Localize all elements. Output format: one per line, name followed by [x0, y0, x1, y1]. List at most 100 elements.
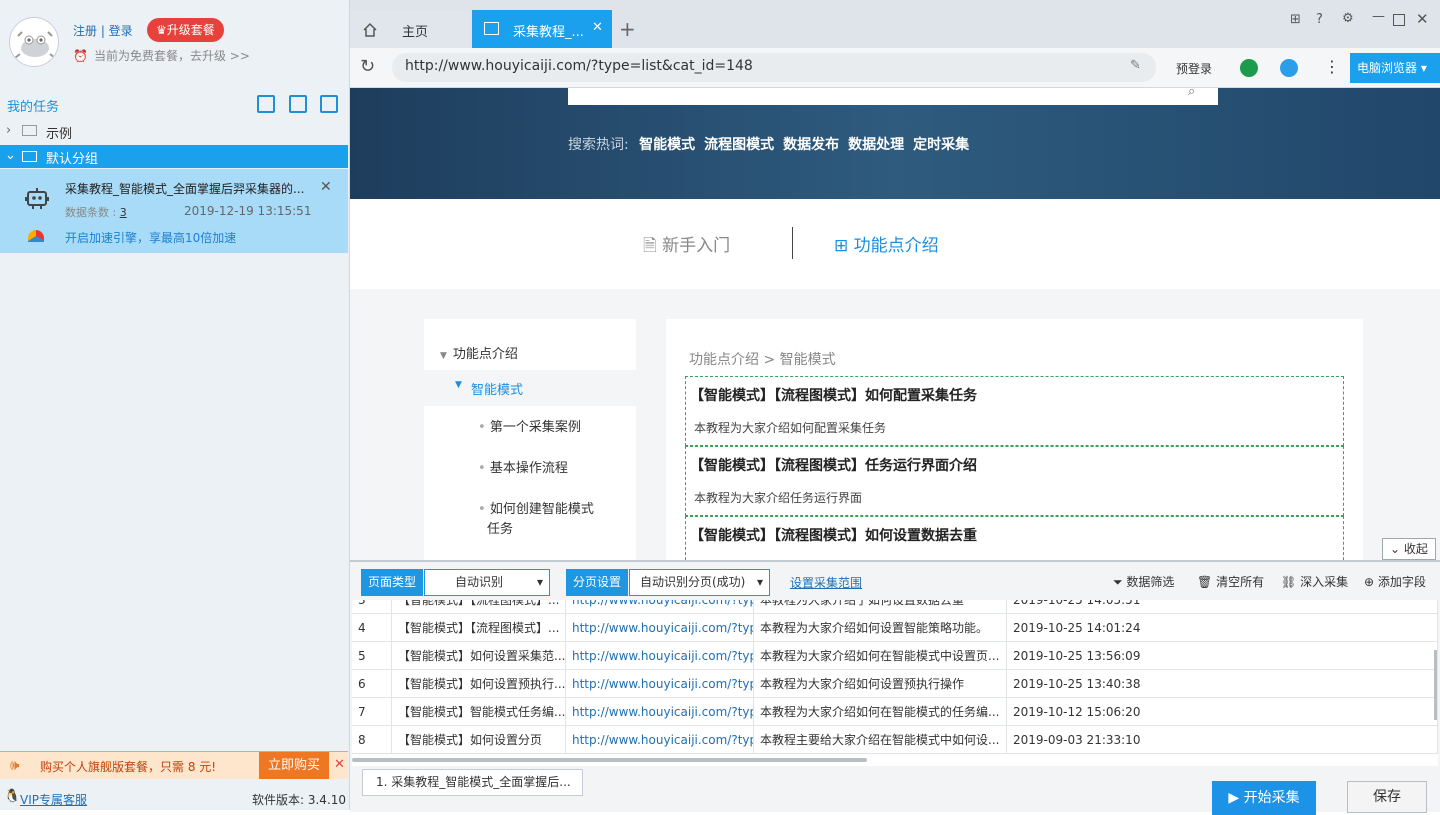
close-icon[interactable]: ✕ [320, 179, 332, 195]
set-range-link[interactable]: 设置采集范围 [790, 574, 862, 591]
minimize-icon[interactable]: — [1372, 9, 1385, 24]
plan-note-text: 当前为免费套餐，去升级 >> [93, 49, 250, 63]
new-tab-button[interactable]: + [619, 17, 636, 41]
paging-select[interactable]: 自动识别分页(成功) ▾ [629, 569, 770, 596]
nav-item[interactable]: • 第一个采集案例 [478, 416, 581, 435]
cell-title: 【智能模式】如何设置分页 [392, 726, 566, 754]
table-row[interactable]: 5 【智能模式】如何设置采集范... http://www.houyicaiji… [352, 642, 1438, 670]
data-count[interactable]: 3 [120, 206, 127, 219]
hot-search-link[interactable]: 流程图模式 [704, 137, 774, 153]
hot-search-link[interactable]: 数据发布 [783, 137, 839, 153]
edit-icon[interactable]: ✎ [1130, 58, 1141, 73]
article-title[interactable]: 【智能模式】【流程图模式】如何设置数据去重 [690, 525, 977, 545]
save-button[interactable]: 保存 [1347, 781, 1427, 813]
add-field-button[interactable]: ⊕ 添加字段 [1364, 573, 1426, 590]
task-title[interactable]: 采集教程_智能模式_全面掌握后羿采集器的... [65, 180, 304, 197]
gear-icon[interactable]: ⚙ [1342, 11, 1354, 26]
extension-blue-icon[interactable] [1280, 59, 1298, 77]
hot-search-link[interactable]: 定时采集 [913, 137, 969, 153]
cell-url: http://www.houyicaiji.com/?typ... [566, 726, 754, 754]
extension-green-icon[interactable] [1240, 59, 1258, 77]
close-icon[interactable]: ✕ [334, 757, 345, 772]
tab-newbie[interactable]: 🗎 新手入门 [643, 231, 730, 262]
collapse-label: 收起 [1403, 542, 1428, 556]
cell-title: 【智能模式】【流程图模式】... [392, 600, 566, 614]
upgrade-label: 升级套餐 [166, 23, 215, 37]
nav-root[interactable]: ▼ 功能点介绍 [440, 343, 518, 362]
my-tasks-header: 我的任务 [0, 92, 348, 116]
nav-section-active[interactable]: ▼ 智能模式 [424, 370, 636, 406]
alarm-icon: ⏰ [73, 49, 88, 63]
filter-label: 数据筛选 [1126, 575, 1175, 589]
buy-now-button[interactable]: 立即购买 [259, 752, 329, 779]
browser-tab-bar: 主页 采集教程_... ✕ + ⊞ ? ⚙ — ✕ [350, 0, 1440, 48]
new-task-icon[interactable] [289, 95, 307, 113]
table-row[interactable]: 6 【智能模式】如何设置预执行... http://www.houyicaiji… [352, 670, 1438, 698]
article-desc: 本教程为大家介绍任务运行界面 [694, 491, 863, 505]
hot-search-link[interactable]: 智能模式 [639, 137, 695, 153]
cell-index: 6 [352, 670, 392, 698]
page-tab[interactable]: 1. 采集教程_智能模式_全面掌握后... [362, 769, 583, 796]
upgrade-button[interactable]: ♛升级套餐 [147, 18, 224, 42]
more-icon[interactable]: ⋮ [1324, 57, 1340, 76]
nav-item[interactable]: • 基本操作流程 [478, 457, 568, 476]
table-row[interactable]: 7 【智能模式】智能模式任务编... http://www.houyicaiji… [352, 698, 1438, 726]
cell-date: 2019-09-03 21:33:10 [1007, 726, 1438, 754]
data-count-label: 数据条数 : [65, 206, 120, 219]
avatar[interactable] [9, 17, 59, 67]
add-field-label: 添加字段 [1377, 575, 1426, 589]
refresh-icon[interactable]: ↻ [360, 56, 375, 77]
article-title[interactable]: 【智能模式】【流程图模式】如何配置采集任务 [690, 385, 977, 405]
filter-button[interactable]: ⏷ 数据筛选 [1113, 573, 1174, 590]
tab-label: 采集教程_... [513, 25, 584, 40]
gift-icon[interactable]: ⊞ [1290, 12, 1301, 27]
cell-desc: 本教程为大家介绍如何在智能模式的任务编... [754, 698, 1007, 726]
article-title[interactable]: 【智能模式】【流程图模式】任务运行界面介绍 [690, 455, 977, 475]
tree-group-example[interactable]: › 示例 [0, 120, 348, 142]
promo-bar: 🕪 购买个人旗舰版套餐，只需 8 元! 立即购买 ✕ [0, 751, 348, 779]
horizontal-scrollbar[interactable] [352, 758, 867, 762]
article-item[interactable]: 【智能模式】【流程图模式】任务运行界面介绍 本教程为大家介绍任务运行界面 [685, 446, 1344, 516]
hot-search-link[interactable]: 数据处理 [848, 137, 904, 153]
deep-collect-button[interactable]: ⛓ 深入采集 [1281, 573, 1348, 590]
site-search-input[interactable]: ⌕ [568, 88, 1218, 105]
plan-note[interactable]: ⏰ 当前为免费套餐，去升级 >> [73, 47, 250, 64]
prelogin-button[interactable]: 预登录 [1176, 60, 1212, 77]
cell-url: http://www.houyicaiji.com/?typ... [566, 698, 754, 726]
vip-service-link[interactable]: VIP专属客服 [20, 791, 87, 808]
filter-icon: ⏷ [1113, 575, 1127, 589]
tab-active[interactable]: 采集教程_... ✕ [472, 10, 612, 48]
task-card[interactable]: 采集教程_智能模式_全面掌握后羿采集器的... ✕ 数据条数 : 3 2019-… [0, 169, 348, 253]
table-row[interactable]: 4 【智能模式】【流程图模式】... http://www.houyicaiji… [352, 614, 1438, 642]
crown-icon: ♛ [156, 23, 167, 37]
tab-features[interactable]: ⊞ 功能点介绍 [834, 231, 939, 256]
site-banner: ⌕ 搜索热词: 智能模式 流程图模式 数据发布 数据处理 定时采集 [350, 88, 1440, 199]
search-task-icon[interactable] [320, 95, 338, 113]
help-icon[interactable]: ? [1316, 12, 1323, 27]
browser-mode-dropdown[interactable]: 电脑浏览器 ▾ [1350, 53, 1440, 83]
boost-link[interactable]: 开启加速引擎，享最高10倍加速 [65, 229, 236, 246]
table-row[interactable]: 3 【智能模式】【流程图模式】... http://www.houyicaiji… [352, 600, 1438, 614]
login-register-link[interactable]: 注册 | 登录 [73, 22, 133, 39]
article-item[interactable]: 【智能模式】【流程图模式】如何配置采集任务 本教程为大家介绍如何配置采集任务 [685, 376, 1344, 446]
close-icon[interactable]: ✕ [592, 20, 603, 35]
import-task-icon[interactable] [257, 95, 275, 113]
table-row[interactable]: 8 【智能模式】如何设置分页 http://www.houyicaiji.com… [352, 726, 1438, 754]
plus-circle-icon: ⊕ [1364, 575, 1378, 589]
caret-down-icon: ▾ [1420, 61, 1427, 75]
clear-all-button[interactable]: 🗑 清空所有 [1197, 573, 1264, 590]
tree-group-label: 示例 [46, 127, 73, 142]
tree-group-default[interactable]: ⌄ 默认分组 [0, 145, 348, 168]
url-input[interactable]: http://www.houyicaiji.com/?type=list&cat… [392, 53, 1156, 82]
nav-item[interactable]: • 如何创建智能模式 [478, 498, 594, 517]
article-item[interactable]: 【智能模式】【流程图模式】如何设置数据去重 [685, 516, 1344, 560]
page-type-select[interactable]: 自动识别 ▾ [424, 569, 550, 596]
maximize-icon[interactable] [1393, 14, 1405, 26]
left-footer: 🐧 VIP专属客服 软件版本: 3.4.10 [0, 784, 348, 810]
search-icon[interactable]: ⌕ [1188, 88, 1195, 99]
tab-home[interactable]: 主页 [350, 10, 470, 48]
collapse-button[interactable]: ⌄ 收起 [1382, 538, 1436, 560]
folder-icon [22, 125, 37, 136]
window-close-icon[interactable]: ✕ [1416, 10, 1429, 28]
vertical-scrollbar[interactable] [1434, 650, 1437, 720]
